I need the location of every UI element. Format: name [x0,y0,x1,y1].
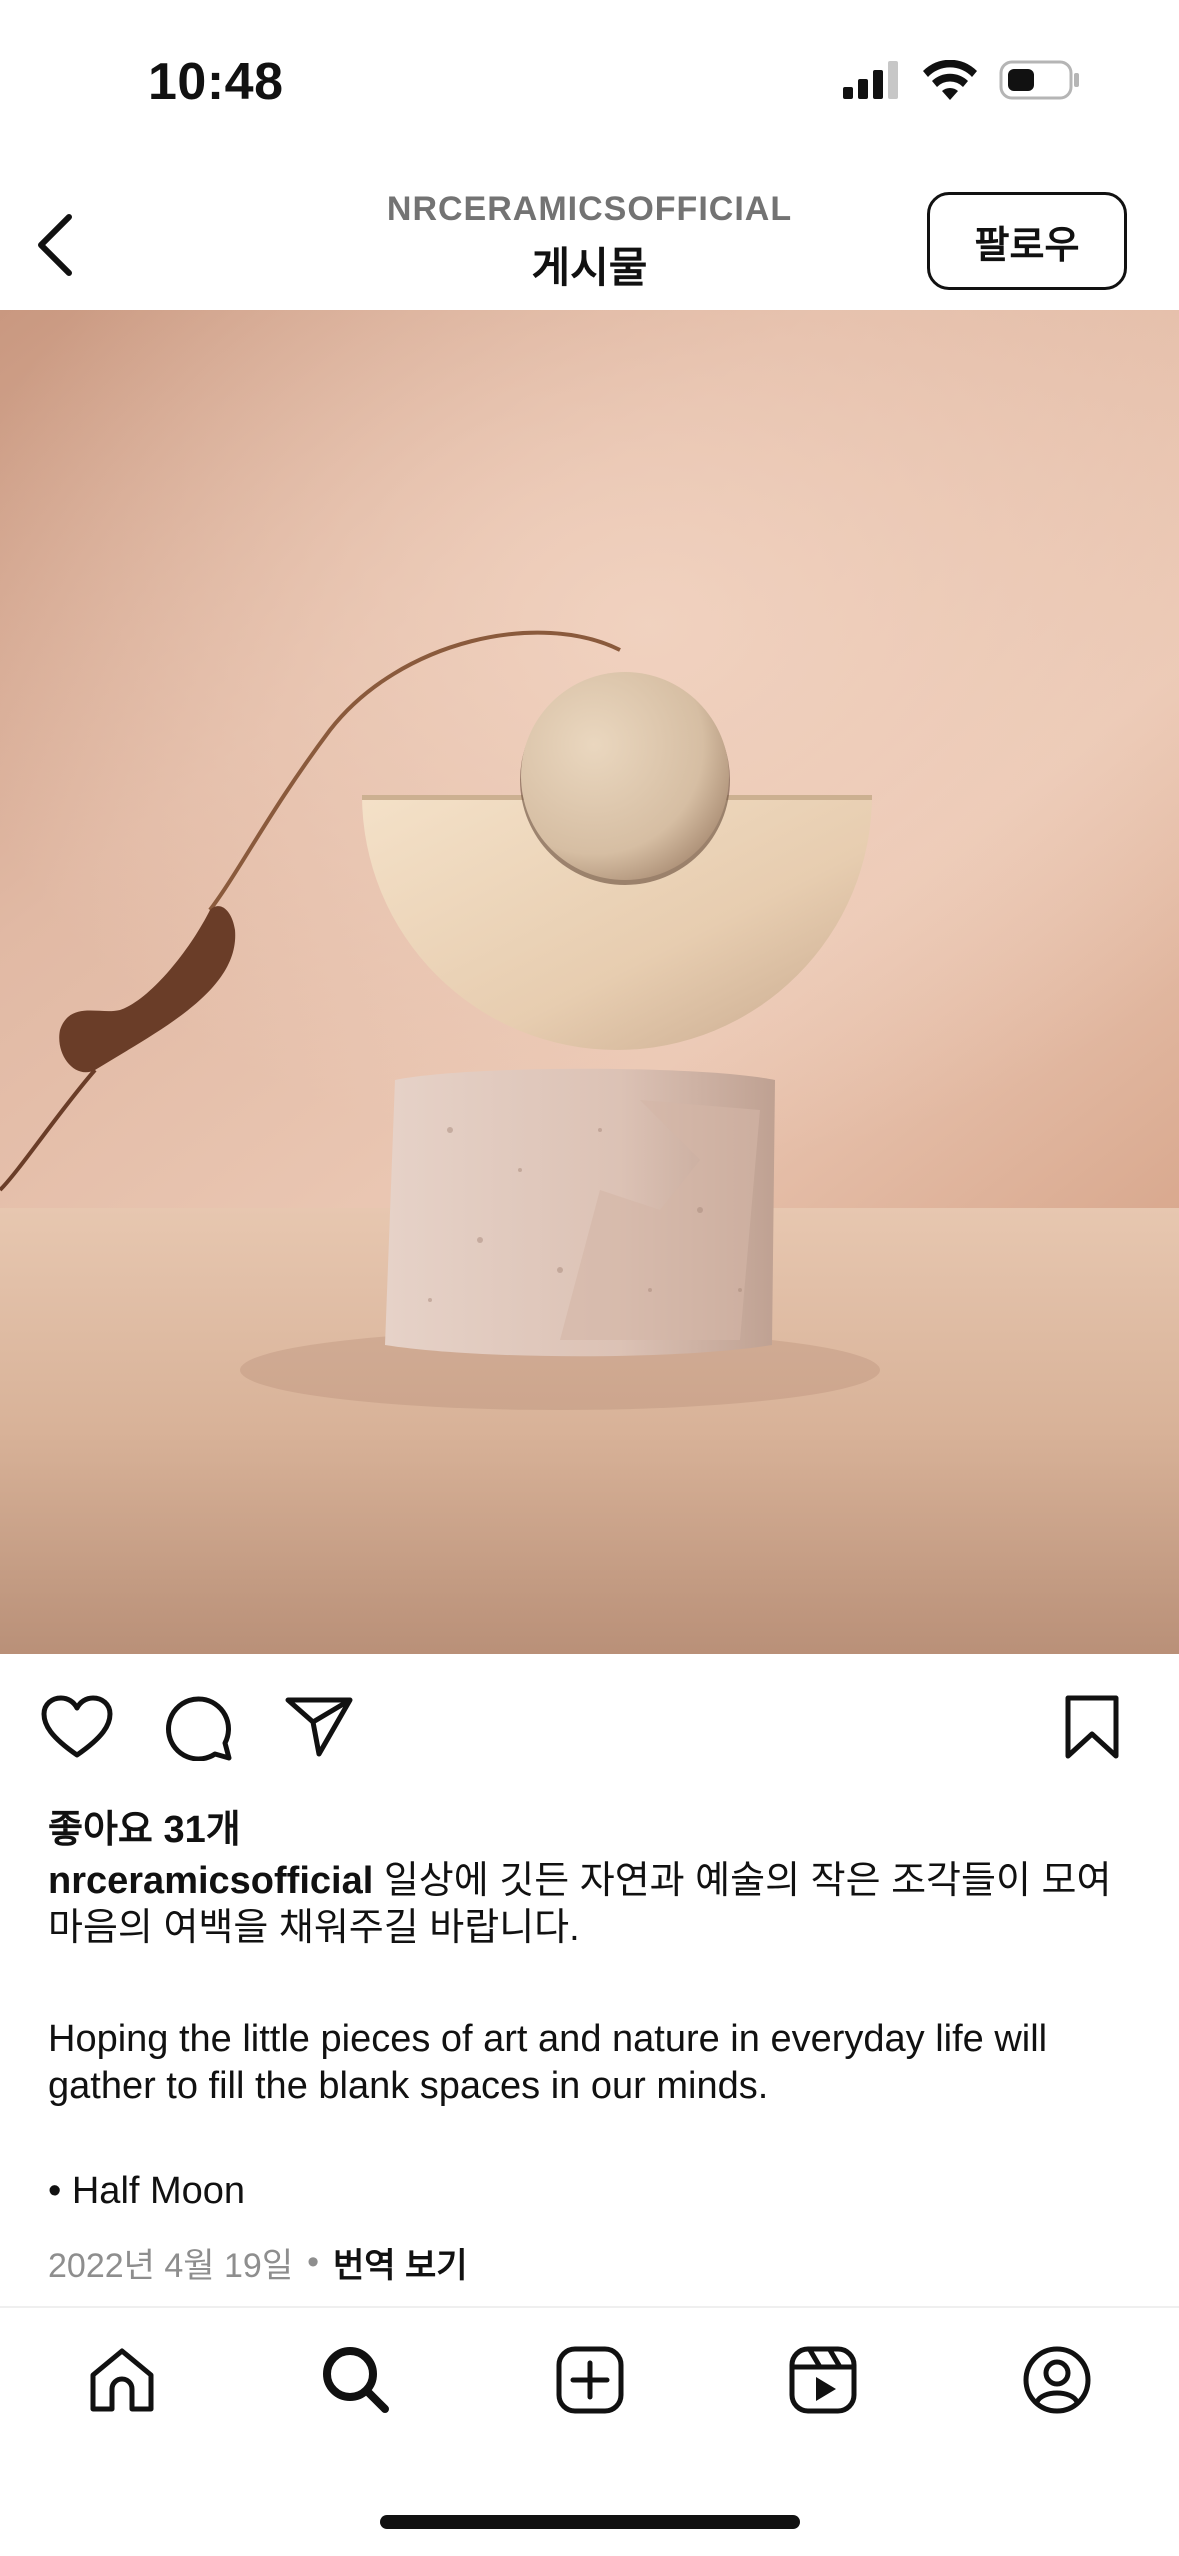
home-icon [90,2348,154,2412]
heart-icon [41,1695,113,1758]
nav-create[interactable] [550,2340,630,2420]
nav-search[interactable] [316,2340,396,2420]
bookmark-icon [1065,1695,1119,1759]
share-icon [285,1697,353,1757]
meta-separator: • [307,2243,320,2281]
home-indicator [380,2515,800,2529]
caption-ko: nrceramicsofficial 일상에 깃든 자연과 예술의 작은 조각들… [48,1858,1138,1952]
likes-count[interactable]: 좋아요 31개 [48,1798,241,1853]
nav-profile[interactable] [1017,2340,1097,2420]
comment-icon [166,1696,232,1761]
caption-bullet: • Half Moon [48,2170,246,2212]
follow-button[interactable]: 팔로우 [927,192,1127,290]
nav-home[interactable] [82,2340,162,2420]
caption-en: Hoping the little pieces of art and natu… [48,2018,1048,2107]
nav-reels[interactable] [783,2340,863,2420]
status-time: 10:48 [148,53,284,111]
bottom-divider [0,2306,1179,2308]
save-button[interactable] [1055,1690,1129,1764]
post-meta-row: 2022년 4월 19일 • 번역 보기 [48,2238,468,2287]
post-date: 2022년 4월 19일 [48,2247,294,2285]
comment-button[interactable] [162,1690,236,1764]
ceramic-half-moon-sculpture-photo [0,310,1179,1654]
like-button[interactable] [40,1690,114,1764]
share-button[interactable] [282,1690,356,1764]
translate-link[interactable]: 번역 보기 [333,2238,468,2287]
caption-username[interactable]: nrceramicsofficial [48,1860,373,1902]
search-icon [323,2347,389,2413]
reels-icon [789,2346,857,2414]
profile-icon [1023,2346,1091,2414]
wifi-icon [923,60,977,100]
create-icon [556,2346,624,2414]
status-icons [843,60,1081,100]
battery-icon [999,60,1079,100]
cellular-signal-icon [843,61,898,99]
post-image[interactable] [0,310,1179,1654]
